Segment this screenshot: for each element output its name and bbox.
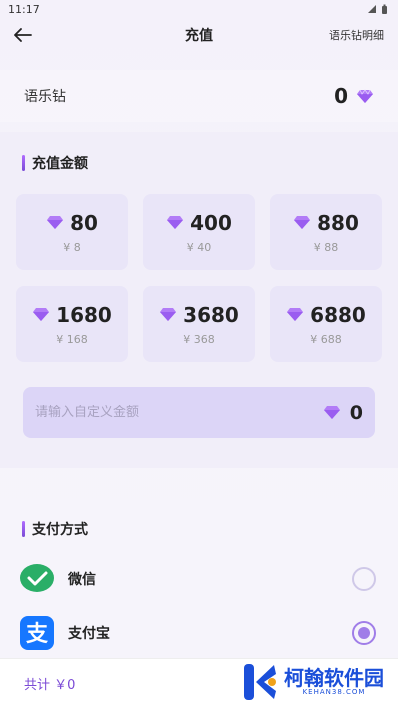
option-price: ¥ 8: [63, 240, 81, 254]
option-amount: 80: [70, 210, 98, 235]
diamond-icon: [287, 308, 304, 321]
radio-wechat[interactable]: [352, 567, 376, 591]
payment-label: 支付宝: [68, 626, 110, 642]
recharge-section-title: 充值金额: [0, 132, 398, 176]
option-amount: 1680: [56, 302, 112, 327]
alipay-icon: 支: [20, 616, 54, 650]
arrow-left-icon: [14, 28, 32, 42]
balance-value: 0: [334, 84, 348, 108]
balance-label: 语乐钻: [24, 89, 66, 105]
diamond-icon: [160, 308, 177, 321]
recharge-option[interactable]: 80 ¥ 8: [16, 194, 128, 270]
diamond-icon: [33, 308, 50, 321]
custom-amount-value: 0: [349, 401, 363, 424]
custom-amount-display: 0: [323, 402, 363, 424]
option-price: ¥ 368: [183, 332, 215, 346]
custom-amount-input[interactable]: [35, 405, 255, 420]
option-price: ¥ 688: [310, 332, 342, 346]
diamond-detail-link[interactable]: 语乐钻明细: [329, 27, 384, 43]
back-button[interactable]: [14, 24, 36, 46]
radio-selected-dot: [358, 627, 370, 639]
recharge-options-grid: 80 ¥ 8 400 ¥ 40 880 ¥ 88 1680 ¥ 168 3680…: [0, 176, 398, 362]
section-accent-bar: [22, 521, 25, 537]
option-price: ¥ 168: [56, 332, 88, 346]
option-price: ¥ 40: [186, 240, 212, 254]
svg-text:支: 支: [26, 622, 49, 647]
payment-option-alipay[interactable]: 支 支付宝: [0, 606, 398, 660]
recharge-option[interactable]: 6880 ¥ 688: [270, 286, 382, 362]
status-time: 11:17: [8, 2, 40, 16]
signal-icon: [368, 5, 376, 13]
diamond-icon: [323, 406, 340, 419]
watermark-text: 柯翰软件园: [284, 666, 384, 690]
recharge-option[interactable]: 1680 ¥ 168: [16, 286, 128, 362]
diamond-icon: [47, 216, 64, 229]
diamond-icon: [167, 216, 184, 229]
balance-display: 0: [334, 84, 374, 108]
watermark-logo-icon: [244, 664, 276, 700]
custom-amount-field: 0: [23, 387, 375, 438]
status-icons: [367, 4, 388, 15]
status-bar: 11:17: [0, 0, 398, 18]
recharge-section: 充值金额 80 ¥ 8 400 ¥ 40 880 ¥ 88 1680 ¥ 168…: [0, 132, 398, 468]
payment-section: 支付方式 微信 支 支付宝: [0, 498, 398, 670]
recharge-option[interactable]: 880 ¥ 88: [270, 194, 382, 270]
recharge-option[interactable]: 3680 ¥ 368: [143, 286, 255, 362]
wechat-icon: [20, 562, 54, 596]
option-amount: 3680: [183, 302, 239, 327]
payment-title-text: 支付方式: [32, 522, 88, 538]
header: 充值 语乐钻明细: [0, 18, 398, 52]
battery-icon: [382, 4, 387, 14]
balance-row: 语乐钻 0: [0, 70, 398, 122]
option-amount: 880: [317, 210, 359, 235]
payment-option-wechat[interactable]: 微信: [0, 552, 398, 606]
payment-section-title: 支付方式: [0, 498, 398, 542]
radio-alipay[interactable]: [352, 621, 376, 645]
recharge-option[interactable]: 400 ¥ 40: [143, 194, 255, 270]
payment-label: 微信: [68, 572, 96, 588]
option-amount: 6880: [310, 302, 366, 327]
section-accent-bar: [22, 155, 25, 171]
option-price: ¥ 88: [313, 240, 339, 254]
recharge-title-text: 充值金额: [32, 156, 88, 172]
diamond-icon: [294, 216, 311, 229]
option-amount: 400: [190, 210, 232, 235]
total-amount: 共计 ￥0: [24, 678, 76, 693]
diamond-icon: [357, 88, 373, 103]
watermark: 柯翰软件园 KEHAN38.COM: [242, 662, 384, 702]
